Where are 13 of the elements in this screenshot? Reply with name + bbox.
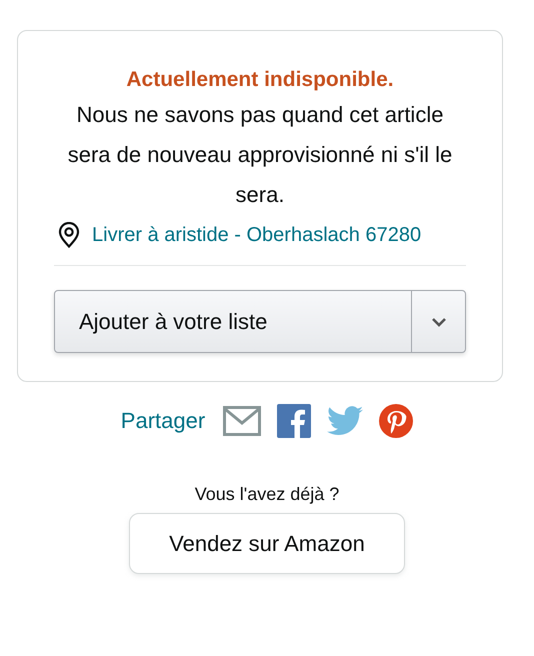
sell-button[interactable]: Vendez sur Amazon <box>129 513 405 574</box>
delivery-location-link[interactable]: Livrer à aristide - Oberhaslach 67280 <box>92 217 422 253</box>
availability-message: Nous ne savons pas quand cet article sera de nouveau approvisionné ni s'il le sera. <box>66 101 454 209</box>
share-label: Partager <box>120 408 206 434</box>
availability-status: Actuellement indisponible. <box>125 67 395 93</box>
location-pin-icon <box>58 222 80 248</box>
bird-icon <box>327 406 364 436</box>
add-to-list-button[interactable]: Ajouter à votre liste <box>55 291 411 352</box>
facebook-icon <box>277 404 312 438</box>
chevron-down-icon <box>430 316 446 326</box>
already-own-question: Vous l'avez déjà ? <box>194 484 340 505</box>
mail-icon <box>223 406 262 436</box>
pinterest-icon <box>379 404 414 438</box>
